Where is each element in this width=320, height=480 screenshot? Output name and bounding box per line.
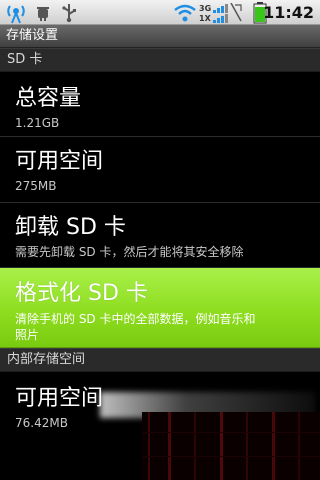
section-header-internal-storage: 内部存储空间 bbox=[0, 348, 320, 372]
render-artifact-stripes bbox=[142, 412, 320, 480]
android-debug-icon bbox=[32, 0, 54, 25]
wifi-signal-icon bbox=[172, 0, 198, 25]
mobile-signal-icon: 3G 1X bbox=[198, 0, 246, 25]
list-item-total-capacity[interactable]: 总容量 1.21GB bbox=[0, 72, 320, 137]
network-type-label-1x: 1X bbox=[199, 13, 211, 23]
item-title: 卸载 SD 卡 bbox=[15, 215, 126, 240]
item-subtitle-line-1: 清除手机的 SD 卡中的全部数据，例如音乐和 bbox=[15, 312, 256, 326]
item-subtitle: 需要先卸载 SD 卡，然后才能将其安全移除 bbox=[15, 245, 244, 259]
list-item-available-space[interactable]: 可用空间 275MB bbox=[0, 137, 320, 203]
usb-icon bbox=[58, 0, 80, 25]
item-title: 格式化 SD 卡 bbox=[15, 281, 148, 306]
section-header-sd-card: SD 卡 bbox=[0, 48, 320, 72]
wifi-hotspot-icon bbox=[4, 0, 28, 25]
item-subtitle: 1.21GB bbox=[15, 116, 60, 130]
list-item-format-sd[interactable]: 格式化 SD 卡 清除手机的 SD 卡中的全部数据，例如音乐和 照片 bbox=[0, 268, 320, 348]
page-title: 存储设置 bbox=[0, 25, 320, 48]
network-type-label-3g: 3G bbox=[199, 3, 212, 13]
item-title: 可用空间 bbox=[15, 149, 104, 174]
clock: 11:42 bbox=[263, 3, 314, 22]
item-subtitle-line-2: 照片 bbox=[15, 328, 40, 342]
list-item-unmount-sd[interactable]: 卸载 SD 卡 需要先卸载 SD 卡，然后才能将其安全移除 bbox=[0, 203, 320, 268]
status-bar: 3G 1X 11:42 bbox=[0, 0, 320, 25]
item-title: 总容量 bbox=[15, 86, 82, 111]
item-subtitle: 275MB bbox=[15, 179, 57, 193]
